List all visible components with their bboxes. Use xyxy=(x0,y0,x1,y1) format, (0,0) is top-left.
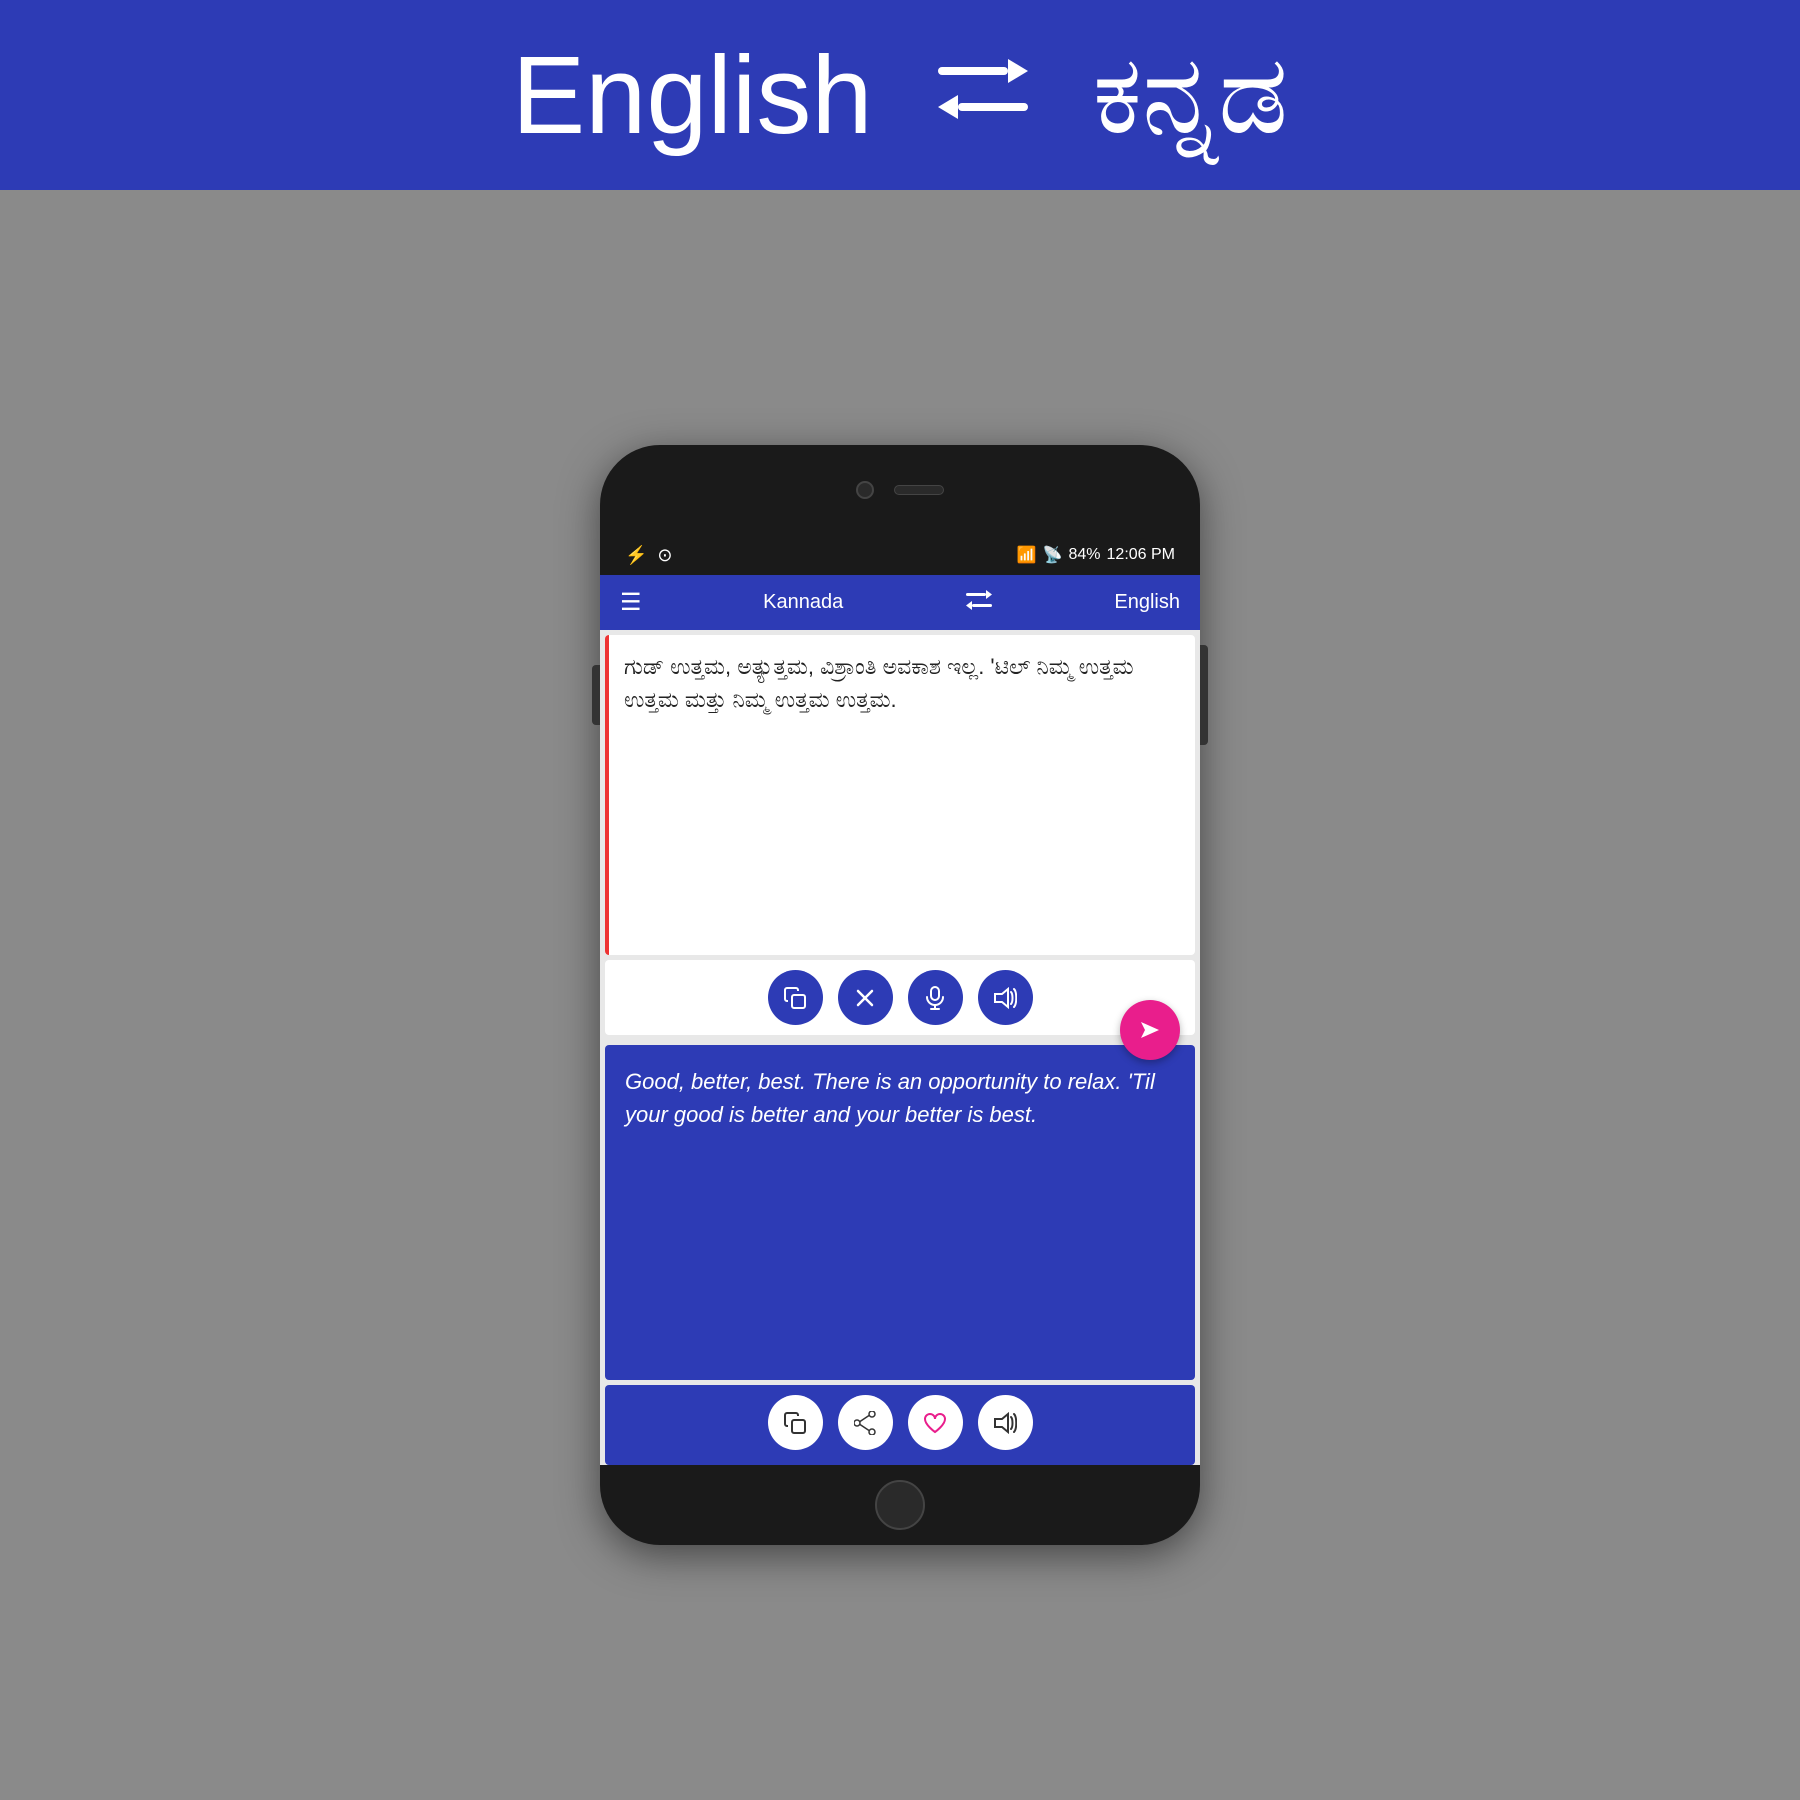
copy-input-button[interactable] xyxy=(768,970,823,1025)
phone-top xyxy=(600,445,1200,535)
banner-swap-icon[interactable] xyxy=(933,38,1033,153)
hamburger-menu-icon[interactable]: ☰ xyxy=(620,588,642,617)
clear-input-button[interactable] xyxy=(838,970,893,1025)
phone-bottom xyxy=(600,1465,1200,1545)
output-text: Good, better, best. There is an opportun… xyxy=(625,1065,1175,1131)
status-bar: ⚡ ⊙ 📶 📡 84% 12:06 PM xyxy=(600,535,1200,575)
copy-output-button[interactable] xyxy=(768,1395,823,1450)
phone-area: ⚡ ⊙ 📶 📡 84% 12:06 PM ☰ Kannada xyxy=(0,190,1800,1800)
banner-target-lang[interactable]: ಕನ್ನಡ xyxy=(1093,31,1289,160)
status-right: 📶 📡 84% 12:06 PM xyxy=(1017,545,1175,565)
phone-frame: ⚡ ⊙ 📶 📡 84% 12:06 PM ☰ Kannada xyxy=(600,445,1200,1545)
output-area: Good, better, best. There is an opportun… xyxy=(605,1045,1195,1380)
app-bar-swap-icon[interactable] xyxy=(965,589,993,616)
usb-icon: ⚡ xyxy=(625,545,647,566)
speaker-output-button[interactable] xyxy=(978,1395,1033,1450)
home-button[interactable] xyxy=(875,1480,925,1530)
target-lang-label[interactable]: English xyxy=(1114,591,1180,614)
input-area[interactable]: ಗುಡ್ ಉತ್ತಮ, ಅತ್ಯುತ್ತಮ, ವಿಶ್ರಾಂತಿ ಅವಕಾಶ ಇ… xyxy=(605,635,1195,955)
send-button[interactable] xyxy=(1120,1000,1180,1060)
signal-icon: 📡 xyxy=(1043,545,1063,565)
top-banner: English ಕನ್ನಡ xyxy=(0,0,1800,190)
app-bar: ☰ Kannada English xyxy=(600,575,1200,630)
status-left-icons: ⚡ ⊙ xyxy=(625,545,673,566)
favorite-button[interactable] xyxy=(908,1395,963,1450)
source-lang-label[interactable]: Kannada xyxy=(763,591,843,614)
output-action-buttons xyxy=(605,1385,1195,1465)
banner-source-lang[interactable]: English xyxy=(512,32,873,159)
input-action-buttons xyxy=(605,960,1195,1035)
wifi-icon: 📶 xyxy=(1017,545,1037,565)
phone-screen: ಗುಡ್ ಉತ್ತಮ, ಅತ್ಯುತ್ತಮ, ವಿಶ್ರಾಂತಿ ಅವಕಾಶ ಇ… xyxy=(600,630,1200,1465)
earpiece xyxy=(894,485,944,495)
share-button[interactable] xyxy=(838,1395,893,1450)
time-display: 12:06 PM xyxy=(1107,546,1175,564)
volume-button xyxy=(592,665,600,725)
battery-level: 84% xyxy=(1068,546,1100,564)
speaker-input-button[interactable] xyxy=(978,970,1033,1025)
front-camera xyxy=(856,481,874,499)
camera-icon: ⊙ xyxy=(657,545,672,566)
input-text[interactable]: ಗುಡ್ ಉತ್ತಮ, ಅತ್ಯುತ್ತಮ, ವಿಶ್ರಾಂತಿ ಅವಕಾಶ ಇ… xyxy=(624,650,1175,716)
power-button xyxy=(1200,645,1208,745)
mic-button[interactable] xyxy=(908,970,963,1025)
